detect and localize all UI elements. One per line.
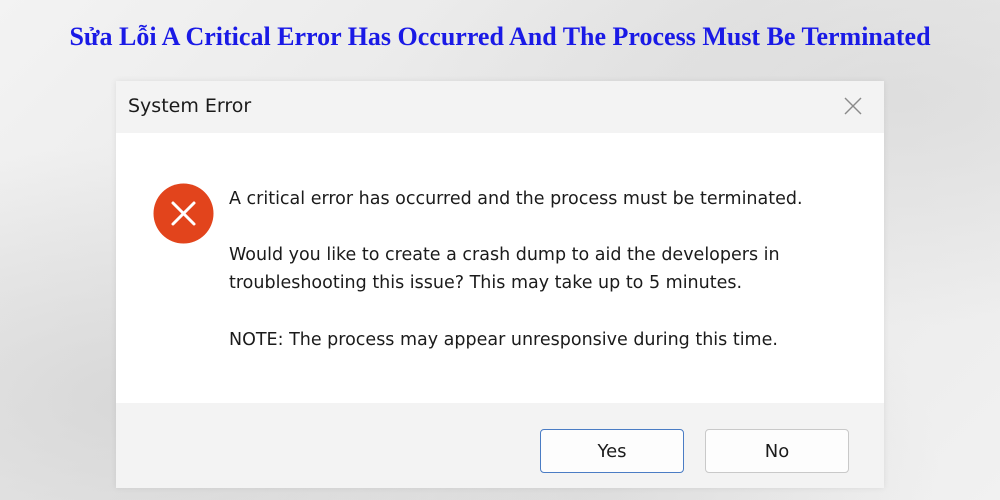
dialog-titlebar[interactable]: System Error <box>116 81 884 133</box>
page-headline: Sửa Lỗi A Critical Error Has Occurred An… <box>69 22 931 51</box>
error-circle-x-icon <box>153 183 214 244</box>
dialog-content: A critical error has occurred and the pr… <box>116 133 884 403</box>
note-message-line: NOTE: The process may appear unresponsiv… <box>229 330 778 350</box>
error-message-line: A critical error has occurred and the pr… <box>229 189 803 209</box>
system-error-dialog: System Error A critical error has occurr… <box>116 81 884 488</box>
yes-button[interactable]: Yes <box>540 429 684 473</box>
crash-dump-question-line-2: troubleshooting this issue? This may tak… <box>229 273 743 293</box>
dialog-footer: Yes No <box>116 403 884 488</box>
crash-dump-question: Would you like to create a crash dump to… <box>229 241 869 297</box>
dialog-title: System Error <box>128 95 252 117</box>
close-button[interactable] <box>840 93 866 119</box>
no-button[interactable]: No <box>705 429 849 473</box>
crash-dump-question-line-1: Would you like to create a crash dump to… <box>229 245 780 265</box>
close-icon <box>844 97 862 115</box>
